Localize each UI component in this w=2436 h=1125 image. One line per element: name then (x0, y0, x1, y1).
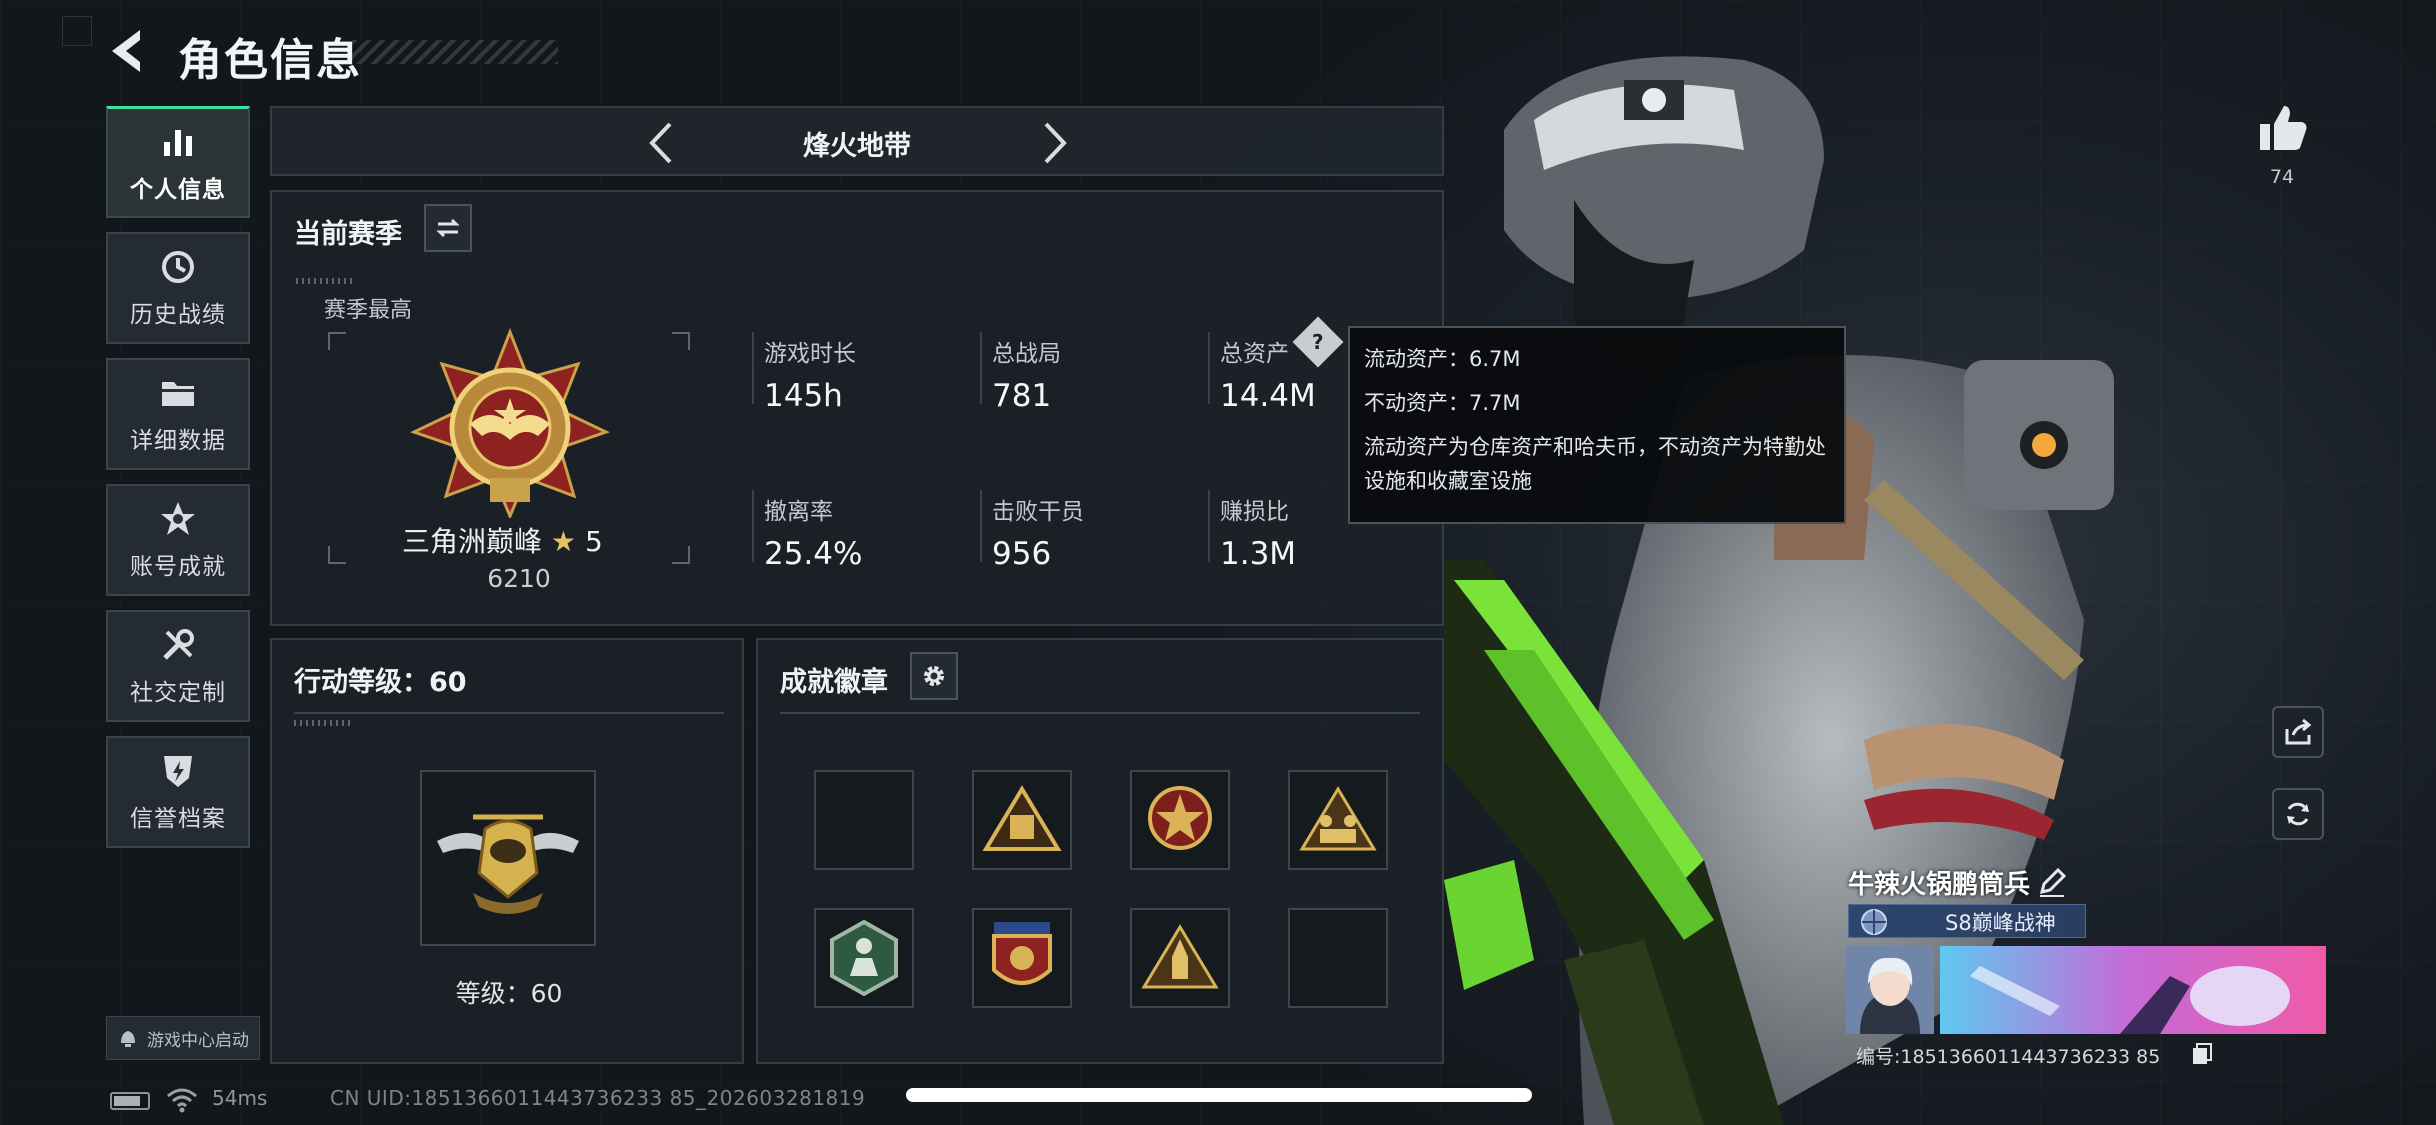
player-id-number: 编号:1851366011443736233 85 (1856, 1046, 2161, 1068)
action-level-title: 行动等级：60 (294, 667, 467, 698)
sidebar-item-label: 社交定制 (130, 680, 226, 706)
swap-season-button[interactable] (424, 204, 472, 252)
sidebar-item-history[interactable]: 历史战绩 (106, 232, 250, 344)
sidebar-item-detail-data[interactable]: 详细数据 (106, 358, 250, 470)
sidebar-item-label: 账号成就 (130, 554, 226, 580)
page-title: 角色信息 (178, 35, 362, 86)
mode-selector-bar: 烽火地带 (270, 106, 1444, 176)
stat-total-matches: 总战局 781 (992, 341, 1061, 414)
sidebar-item-personal-info[interactable]: 个人信息 (106, 106, 250, 218)
gear-icon (924, 666, 944, 686)
refresh-icon (2287, 802, 2309, 826)
refresh-button[interactable] (2272, 788, 2324, 840)
badge-slot[interactable] (972, 770, 1072, 870)
bell-icon (121, 1031, 135, 1047)
network-latency: 54ms (212, 1086, 268, 1110)
stat-divider (752, 490, 754, 562)
rank-stars: 5 (584, 525, 603, 558)
assets-tooltip: 流动资产：6.7M 不动资产：7.7M 流动资产为仓库资产和哈夫币，不动资产为特… (1348, 326, 1846, 524)
badge-slot[interactable] (1130, 770, 1230, 870)
player-name: 牛辣火锅鹏筒兵 (1848, 870, 2031, 900)
stat-divider (752, 332, 754, 404)
rank-medal-icon (410, 328, 610, 518)
like-count: 74 (2269, 166, 2295, 188)
badges-section-title: 成就徽章 (780, 667, 888, 698)
stat-play-time: 游戏时长 145h (764, 341, 856, 414)
wifi-icon (167, 1088, 197, 1113)
sidebar-item-label: 详细数据 (130, 428, 226, 454)
stat-divider (980, 490, 982, 562)
soldiers-triangle-badge-icon (1299, 786, 1377, 851)
history-clock-icon (158, 247, 198, 287)
badge-slot[interactable] (1288, 770, 1388, 870)
sidebar-item-achievements[interactable]: 账号成就 (106, 484, 250, 596)
back-arrow-icon[interactable] (104, 26, 154, 76)
bar-chart-icon (158, 122, 198, 162)
next-mode-arrow-icon[interactable] (1036, 120, 1072, 166)
season-best-label: 赛季最高 (324, 298, 413, 323)
helicopter-wings-emblem-icon (437, 814, 579, 914)
badge-slot[interactable] (814, 908, 914, 1008)
sidebar-item-label: 个人信息 (130, 176, 226, 203)
game-center-launch-button[interactable]: 游戏中心启动 (106, 1016, 260, 1060)
share-button[interactable] (2272, 706, 2324, 758)
badge-slot[interactable] (972, 908, 1072, 1008)
rank-name: 三角洲巅峰 ★ 5 (402, 525, 603, 558)
achievement-star-icon (158, 499, 198, 539)
green-hexagon-badge-icon (830, 919, 898, 997)
tick-decoration (294, 720, 354, 726)
level-emblem-box (420, 770, 596, 946)
swap-arrows-icon (436, 218, 460, 238)
rank-star-icon: ★ (550, 525, 577, 558)
home-indicator[interactable] (906, 1088, 1532, 1102)
tooltip-description: 流动资产为仓库资产和哈夫币，不动资产为特勤处设施和收藏室设施 (1364, 435, 1826, 493)
rank-points: 6210 (487, 564, 551, 593)
badge-slot-empty[interactable] (1288, 908, 1388, 1008)
rocket-triangle-badge-icon (1141, 924, 1219, 989)
shield-crest-badge-icon (992, 922, 1052, 985)
title-hatch-decoration (352, 40, 558, 64)
star-round-badge-icon (1148, 786, 1212, 850)
stat-extraction-rate: 撤离率 25.4% (764, 499, 863, 572)
title-tag: S8巅峰战神 (1848, 904, 2086, 938)
section-divider (294, 712, 724, 714)
stat-divider (1208, 490, 1210, 562)
sidebar-item-credit[interactable]: 信誉档案 (106, 736, 250, 848)
badge-slot-empty[interactable] (814, 770, 914, 870)
profile-banner (1940, 946, 2326, 1034)
achievement-badges-panel: 成就徽章 (756, 638, 1444, 1064)
thumbs-up-icon[interactable] (2254, 100, 2310, 156)
action-level-panel: 行动等级：60 等级：60 (270, 638, 744, 1064)
badge-settings-button[interactable] (910, 652, 958, 700)
season-section-title: 当前赛季 (294, 219, 402, 250)
folder-icon (158, 373, 198, 413)
mode-title: 烽火地带 (803, 131, 911, 162)
tools-icon (158, 625, 198, 665)
tooltip-liquid-assets: 流动资产：6.7M (1364, 347, 1521, 371)
shield-lightning-icon (158, 751, 198, 791)
corner-decoration (62, 16, 92, 46)
cn-uid: CN UID:1851366011443736233 85_2026032818… (330, 1086, 866, 1110)
tick-decoration (296, 278, 356, 284)
globe-emblem-icon (1861, 909, 1887, 935)
sidebar-item-label: 信誉档案 (130, 806, 226, 832)
tooltip-fixed-assets: 不动资产：7.7M (1364, 391, 1521, 415)
section-divider (780, 712, 1420, 714)
edit-pencil-icon[interactable] (2036, 866, 2068, 898)
game-center-label: 游戏中心启动 (147, 1030, 249, 1051)
battery-icon (110, 1092, 150, 1110)
share-icon (2285, 718, 2312, 745)
sidebar-item-label: 历史战绩 (130, 302, 226, 328)
current-season-panel: 当前赛季 赛季最高 三角洲巅峰 ★ 5 6210 游戏时长 145h 总战局 7… (270, 190, 1444, 626)
stat-operators-defeated: 击败干员 956 (992, 499, 1084, 572)
sidebar-item-social[interactable]: 社交定制 (106, 610, 250, 722)
gold-triangle-badge-icon (982, 785, 1062, 851)
title-tag-text: S8巅峰战神 (1945, 911, 2056, 935)
stat-divider (980, 332, 982, 404)
badge-slot[interactable] (1130, 908, 1230, 1008)
copy-icon[interactable] (2190, 1042, 2214, 1066)
avatar[interactable] (1846, 946, 1934, 1034)
level-text: 等级：60 (455, 979, 563, 1008)
stat-divider (1208, 332, 1210, 404)
